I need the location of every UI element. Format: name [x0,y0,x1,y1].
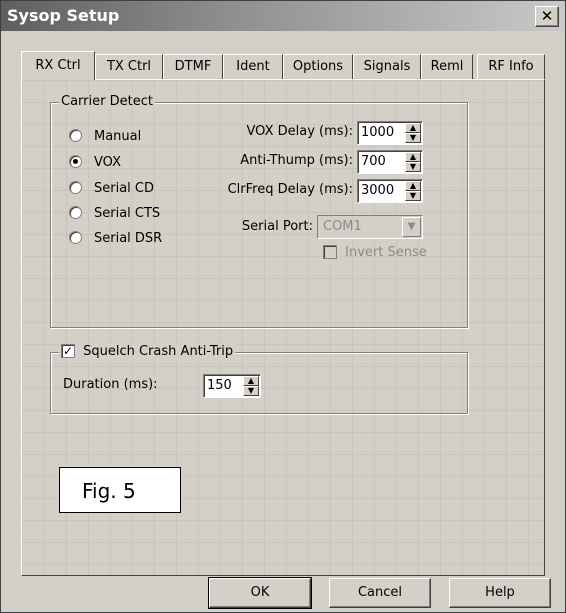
spin-buttons: ▲ ▼ [405,152,421,172]
radio-label: Serial CTS [94,206,161,221]
squelch-crash-group: ✓ Squelch Crash Anti-Trip Duration (ms):… [50,343,468,414]
radio-label: Serial CD [94,181,155,196]
spin-down-icon[interactable]: ▼ [243,386,259,396]
carrier-detect-legend: Carrier Detect [59,94,155,110]
window-title: Sysop Setup [7,6,120,25]
clrfreq-delay-label: ClrFreq Delay (ms): [227,182,353,197]
tab-ident[interactable]: Ident [223,54,283,79]
spin-up-icon[interactable]: ▲ [243,376,259,386]
vox-delay-label: VOX Delay (ms): [246,124,353,139]
duration-value[interactable]: 150 [207,375,232,396]
squelch-crash-checkbox[interactable]: ✓ [61,343,75,358]
figure-label: Fig. 5 [59,467,181,513]
spin-buttons: ▲ ▼ [405,123,421,143]
clrfreq-delay-spinner[interactable]: 3000 ▲ ▼ [357,179,423,203]
radio-serial-cd[interactable]: Serial CD [69,179,154,199]
tab-rf-info[interactable]: RF Info [477,54,545,79]
radio-button[interactable] [69,181,82,194]
serial-port-value: COM1 [323,219,362,234]
radio-label: VOX [94,155,121,170]
vox-delay-value[interactable]: 1000 [361,122,394,143]
ok-button[interactable]: OK [208,577,312,609]
serial-port-dropdown[interactable]: COM1 ▼ [317,215,423,239]
radio-button[interactable] [69,129,82,142]
carrier-detect-group: Carrier Detect Manual VOX Serial CD Seri… [50,94,468,328]
spin-down-icon[interactable]: ▼ [405,162,421,172]
clrfreq-delay-value[interactable]: 3000 [361,180,394,201]
spin-up-icon[interactable]: ▲ [405,181,421,191]
spin-down-icon[interactable]: ▼ [405,133,421,143]
checkbox-box[interactable] [323,244,337,259]
tab-dtmf[interactable]: DTMF [163,54,223,79]
radio-button[interactable] [69,231,82,244]
spin-up-icon[interactable]: ▲ [405,123,421,133]
tab-reml[interactable]: Reml [421,54,473,79]
squelch-crash-legend[interactable]: ✓ Squelch Crash Anti-Trip [59,343,236,360]
radio-button[interactable] [69,155,82,168]
sysop-setup-window: Sysop Setup ✕ RX Ctrl TX Ctrl DTMF Ident… [0,0,566,613]
close-button[interactable]: ✕ [535,6,559,27]
tab-label: Reml [430,59,464,74]
title-bar[interactable]: Sysop Setup ✕ [1,1,565,31]
tab-label: Ident [236,59,270,74]
serial-port-label: Serial Port: [241,219,313,234]
spin-buttons: ▲ ▼ [243,376,259,396]
radio-label: Manual [94,129,142,144]
squelch-crash-label: Squelch Crash Anti-Trip [83,344,234,359]
tab-options[interactable]: Options [283,54,353,79]
tab-label: RX Ctrl [35,58,81,73]
radio-button[interactable] [69,206,82,219]
anti-thump-value[interactable]: 700 [361,151,386,172]
anti-thump-label: Anti-Thump (ms): [240,153,353,168]
radio-vox[interactable]: VOX [69,153,121,173]
duration-label: Duration (ms): [63,377,158,392]
help-button[interactable]: Help [449,578,551,608]
anti-thump-spinner[interactable]: 700 ▲ ▼ [357,150,423,174]
radio-serial-cts[interactable]: Serial CTS [69,204,160,224]
vox-delay-spinner[interactable]: 1000 ▲ ▼ [357,121,423,145]
tab-signals[interactable]: Signals [353,54,421,79]
invert-sense-label: Invert Sense [345,245,427,260]
radio-label: Serial DSR [94,231,163,246]
chevron-down-icon[interactable]: ▼ [402,217,421,237]
close-icon: ✕ [540,7,554,25]
tab-rx-ctrl[interactable]: RX Ctrl [21,51,95,80]
spin-buttons: ▲ ▼ [405,181,421,201]
tab-tx-ctrl[interactable]: TX Ctrl [95,54,163,79]
tab-label: Options [292,59,344,74]
radio-serial-dsr[interactable]: Serial DSR [69,229,162,249]
cancel-button[interactable]: Cancel [329,578,431,608]
tab-label: RF Info [488,59,534,74]
spin-up-icon[interactable]: ▲ [405,152,421,162]
tab-label: Signals [363,59,411,74]
radio-manual[interactable]: Manual [69,127,141,147]
spin-down-icon[interactable]: ▼ [405,191,421,201]
duration-spinner[interactable]: 150 ▲ ▼ [203,374,261,398]
invert-sense-checkbox[interactable]: Invert Sense [323,243,427,263]
tab-label: DTMF [174,59,212,74]
tab-label: TX Ctrl [106,59,152,74]
